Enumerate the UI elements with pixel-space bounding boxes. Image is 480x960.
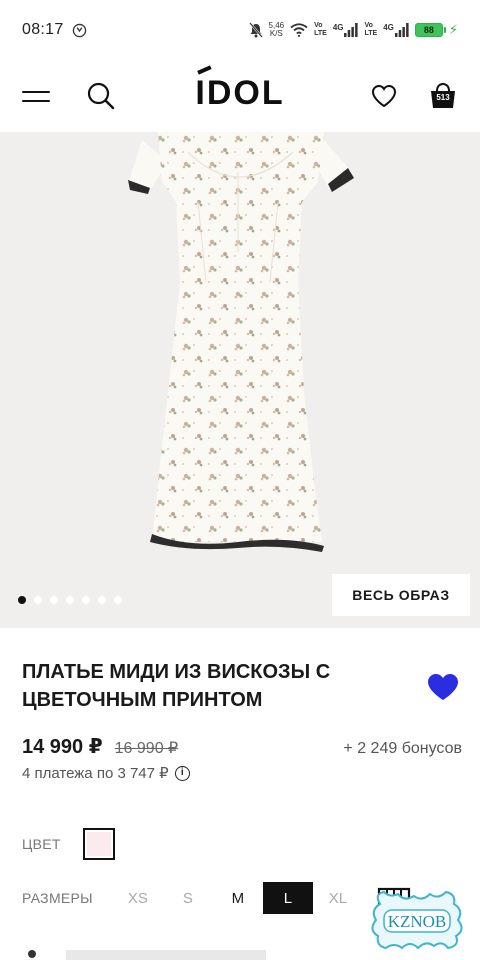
sim1-volte-tag: Vo LTE — [314, 22, 327, 38]
installments: 4 платежа по 3 747 ₽ i — [22, 764, 190, 782]
product-gallery[interactable]: ВЕСЬ ОБРАЗ — [0, 132, 480, 628]
logo-text: IDOL — [195, 74, 285, 112]
sim1-signal-icon: 4G — [333, 23, 359, 37]
search-icon[interactable] — [86, 81, 116, 111]
sim2-signal-icon: 4G — [383, 23, 409, 37]
status-left: 08:17 — [22, 21, 87, 39]
heart-icon[interactable] — [370, 82, 398, 110]
battery-level: 88 — [423, 25, 434, 35]
sim2-tag-top: Vo — [364, 22, 373, 29]
charging-bolt-icon: ⚡ — [448, 22, 458, 37]
next-section-peek — [22, 936, 322, 960]
gallery-dot[interactable] — [34, 596, 42, 604]
brand-logo[interactable]: IDOL — [195, 65, 285, 113]
mute-bell-icon — [248, 22, 263, 38]
watermark-text: KZNOB — [388, 912, 447, 931]
net-speed-unit: K/S — [269, 29, 283, 38]
shopping-bag-icon[interactable]: 513 — [428, 81, 458, 111]
battery-icon: 88 — [414, 23, 446, 37]
gallery-dot[interactable] — [98, 596, 106, 604]
product-title: ПЛАТЬЕ МИДИ ИЗ ВИСКОЗЫ С ЦВЕТОЧНЫМ ПРИНТ… — [22, 661, 331, 711]
status-right: 5,46 K/S Vo LTE 4G Vo LTE 4G 88 ⚡ — [248, 22, 458, 38]
gallery-dot[interactable] — [50, 596, 58, 604]
gallery-dot[interactable] — [114, 596, 122, 604]
net-speed: 5,46 K/S — [269, 22, 285, 38]
wishlist-heart-icon[interactable] — [426, 672, 460, 702]
vpn-clock-icon — [72, 23, 87, 38]
sim1-tag-top: Vo — [314, 22, 323, 29]
product-image — [128, 132, 354, 552]
sim2-tag-bottom: LTE — [364, 30, 378, 37]
installments-text: 4 платежа по 3 747 ₽ — [22, 765, 169, 782]
info-icon[interactable]: i — [174, 765, 190, 781]
old-price: 16 990 ₽ — [114, 740, 179, 757]
sim2-gen: 4G — [383, 23, 394, 32]
gallery-dot[interactable] — [18, 596, 26, 604]
next-section-cut-off-row — [28, 950, 266, 960]
menu-icon[interactable] — [22, 81, 52, 111]
size-option-s[interactable]: S — [163, 882, 213, 914]
sizes-label: РАЗМЕРЫ — [22, 890, 93, 906]
gallery-dot[interactable] — [66, 596, 74, 604]
sim1-tag-bottom: LTE — [314, 30, 327, 37]
size-options: XS S M L XL — [113, 882, 363, 914]
sim2-volte-tag: Vo LTE — [364, 22, 377, 38]
bonus-points: + 2 249 бонусов — [343, 740, 462, 757]
color-swatch-fill — [86, 832, 111, 856]
wifi-icon — [290, 23, 308, 37]
size-option-l[interactable]: L — [262, 882, 313, 914]
app-header: IDOL 513 — [0, 60, 480, 132]
size-option-xs[interactable]: XS — [113, 882, 163, 914]
color-swatch[interactable] — [82, 828, 115, 860]
color-selector: ЦВЕТ — [22, 828, 115, 860]
price-row: 14 990 ₽ 16 990 ₽ + 2 249 бонусов — [22, 734, 462, 759]
full-look-button[interactable]: ВЕСЬ ОБРАЗ — [332, 574, 470, 616]
current-price: 14 990 ₽ — [22, 736, 103, 758]
status-bar: 08:17 5,46 K/S Vo LTE 4G Vo LTE 4G 88 ⚡ — [0, 0, 480, 60]
status-time: 08:17 — [22, 21, 64, 38]
watermark-logo: KZNOB — [368, 888, 466, 954]
size-option-m[interactable]: M — [213, 882, 263, 914]
size-option-xl[interactable]: XL — [313, 882, 363, 914]
cart-count: 513 — [436, 93, 450, 102]
color-label: ЦВЕТ — [22, 836, 61, 852]
gallery-dot[interactable] — [82, 596, 90, 604]
gallery-dots — [18, 596, 122, 604]
sim1-gen: 4G — [332, 23, 344, 32]
